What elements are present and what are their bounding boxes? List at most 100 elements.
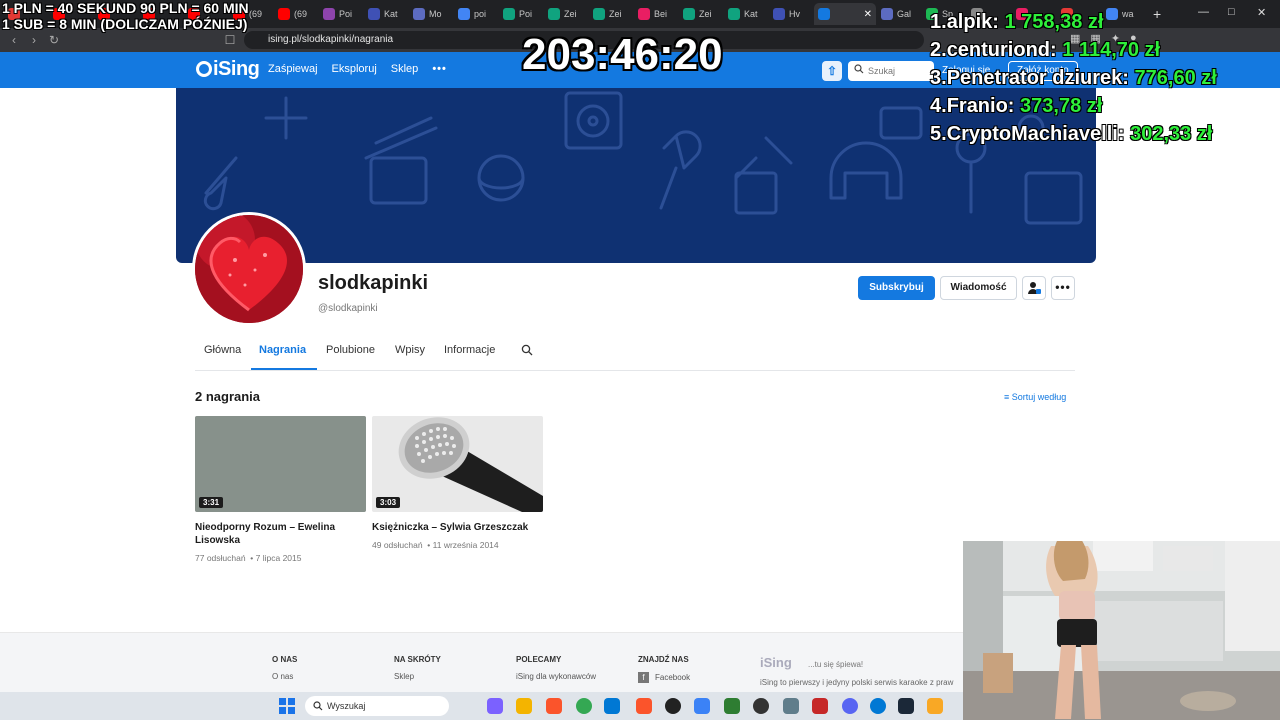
- tab-favicon-icon: [638, 8, 650, 20]
- recording-card[interactable]: 3:31 Nieodporny Rozum – Ewelina Lisowska…: [195, 416, 366, 563]
- footer-link[interactable]: iSing dla wykonawców: [516, 672, 596, 681]
- tab-recordings[interactable]: Nagrania: [259, 344, 306, 356]
- footer-heading: NA SKRÓTY: [394, 655, 441, 664]
- browser-tab[interactable]: Zei: [544, 3, 588, 25]
- leaderboard-rank: 5.: [930, 123, 947, 145]
- play-count: 49 odsłuchań: [372, 540, 423, 550]
- back-icon[interactable]: ‹: [4, 33, 24, 47]
- upload-button[interactable]: ⇧: [822, 61, 842, 81]
- duration-badge: 3:03: [376, 497, 401, 508]
- nav-explore[interactable]: Eksploruj: [332, 63, 377, 75]
- webcam-feed: [963, 541, 1280, 720]
- tab-label: Zei: [564, 9, 577, 19]
- browser-tab[interactable]: Zei: [589, 3, 633, 25]
- store-icon[interactable]: [604, 698, 620, 714]
- brave-icon[interactable]: [546, 698, 562, 714]
- calculator-icon[interactable]: [783, 698, 799, 714]
- add-friend-button[interactable]: [1022, 276, 1046, 300]
- footer-heading: O NAS: [272, 655, 298, 664]
- browser-tab[interactable]: Hv: [769, 3, 813, 25]
- app-icon[interactable]: [724, 698, 740, 714]
- footer-link[interactable]: O nas: [272, 672, 297, 681]
- tab-label: Zei: [609, 9, 622, 19]
- forward-icon[interactable]: ›: [24, 33, 44, 47]
- browser-tab[interactable]: Mo: [409, 3, 453, 25]
- browser-tab[interactable]: Gal: [877, 3, 921, 25]
- leaderboard-rank: 4.: [930, 95, 947, 117]
- maximize-icon[interactable]: □: [1228, 6, 1235, 18]
- bookmark-icon[interactable]: ☐: [220, 33, 240, 47]
- browser-tab[interactable]: poi: [454, 3, 498, 25]
- brave-icon[interactable]: [636, 698, 652, 714]
- tab-label: Bei: [654, 9, 668, 19]
- message-button[interactable]: Wiadomość: [940, 276, 1017, 300]
- steam-icon[interactable]: [898, 698, 914, 714]
- browser-tab[interactable]: Zei: [679, 3, 723, 25]
- leaderboard-name: CryptoMachiavelli:: [946, 123, 1125, 145]
- browser-tab[interactable]: ✕: [814, 3, 876, 25]
- footer-link[interactable]: f Facebook: [638, 672, 690, 683]
- search-icon[interactable]: [521, 344, 533, 356]
- discord-icon[interactable]: [842, 698, 858, 714]
- leaderboard-row: 4.Franio: 373,78 zł: [930, 92, 1217, 120]
- ising-logo[interactable]: iSing: [196, 58, 260, 81]
- footer-link[interactable]: Sklep: [394, 672, 441, 681]
- recording-title[interactable]: Księżniczka – Sylwia Grzeszczak: [372, 521, 543, 534]
- copilot-icon[interactable]: [487, 698, 503, 714]
- tab-favicon-icon: [503, 8, 515, 20]
- leaderboard-amount: 1 114,70 zł: [1062, 39, 1161, 61]
- tab-liked[interactable]: Polubione: [326, 344, 375, 356]
- leaderboard-row: 3.Penetrator dziurek: 776,60 zł: [930, 64, 1217, 92]
- recording-card[interactable]: 3:03 Księżniczka – Sylwia Grzeszczak 49 …: [372, 416, 543, 550]
- nav-sing[interactable]: Zaśpiewaj: [268, 63, 318, 75]
- tab-home[interactable]: Główna: [204, 344, 241, 356]
- tab-favicon-icon: [881, 8, 893, 20]
- app-icon[interactable]: [870, 698, 886, 714]
- obs-icon[interactable]: [665, 698, 681, 714]
- profile-tabs: Główna Nagrania Polubione Wpisy Informac…: [195, 336, 1075, 371]
- app-icon[interactable]: [812, 698, 828, 714]
- leaderboard-rank: 1.: [930, 11, 947, 33]
- reload-icon[interactable]: ↻: [44, 33, 64, 47]
- tab-posts[interactable]: Wpisy: [395, 344, 425, 356]
- footer-column: POLECAMY iSing dla wykonawców: [516, 655, 596, 681]
- footer-column: ZNAJDŹ NAS f Facebook: [638, 655, 690, 683]
- tab-favicon-icon: [683, 8, 695, 20]
- app-icon[interactable]: [927, 698, 943, 714]
- browser-tab[interactable]: Kat: [364, 3, 408, 25]
- app-icon[interactable]: [753, 698, 769, 714]
- file-explorer-icon[interactable]: [516, 698, 532, 714]
- taskbar-search[interactable]: Wyszukaj: [305, 696, 449, 716]
- tab-info[interactable]: Informacje: [444, 344, 495, 356]
- profile-avatar[interactable]: [192, 212, 306, 326]
- browser-tab[interactable]: Bei: [634, 3, 678, 25]
- logo-text: iSing: [213, 58, 260, 80]
- leaderboard-name: Penetrator dziurek:: [946, 67, 1129, 89]
- more-menu-icon[interactable]: •••: [432, 63, 447, 75]
- play-count: 77 odsłuchań: [195, 553, 246, 563]
- sort-button[interactable]: ≡ Sortuj według: [1004, 392, 1066, 402]
- profile-handle: @slodkapinki: [318, 303, 378, 314]
- recording-date: 11 września 2014: [432, 540, 499, 550]
- browser-tab[interactable]: Poi: [499, 3, 543, 25]
- notepad-icon[interactable]: [694, 698, 710, 714]
- subscribe-button[interactable]: Subskrybuj: [858, 276, 935, 300]
- close-window-icon[interactable]: ✕: [1257, 6, 1266, 19]
- tab-label: (69: [294, 9, 308, 19]
- recording-thumbnail[interactable]: 3:03: [372, 416, 543, 512]
- recording-meta: 49 odsłuchań • 11 września 2014: [372, 540, 499, 550]
- person-add-icon: [1028, 282, 1041, 294]
- browser-tab[interactable]: Poi: [319, 3, 363, 25]
- browser-tab[interactable]: (69: [274, 3, 318, 25]
- more-options-button[interactable]: •••: [1051, 276, 1075, 300]
- tab-favicon-icon: [593, 8, 605, 20]
- close-tab-icon[interactable]: ✕: [864, 9, 872, 20]
- recording-title[interactable]: Nieodporny Rozum – Ewelina Lisowska: [195, 521, 366, 547]
- windows-start-icon[interactable]: [279, 698, 295, 714]
- leaderboard-rank: 2.: [930, 39, 947, 61]
- leaderboard-name: centuriond:: [946, 39, 1057, 61]
- browser-tab[interactable]: Kat: [724, 3, 768, 25]
- nav-shop[interactable]: Sklep: [391, 63, 419, 75]
- chrome-icon[interactable]: [576, 698, 592, 714]
- recording-thumbnail[interactable]: 3:31: [195, 416, 366, 512]
